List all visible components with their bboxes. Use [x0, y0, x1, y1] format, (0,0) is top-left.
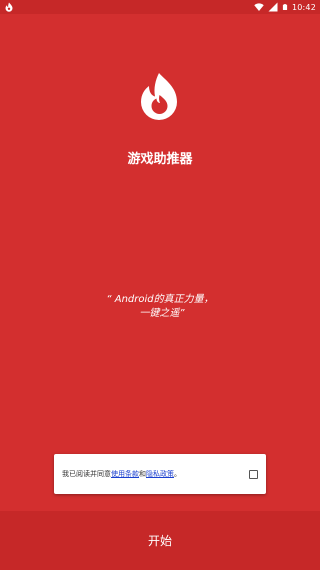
flame-icon [5, 2, 13, 12]
consent-card: 我已阅读并同意使用条款和隐私政策。 [54, 454, 266, 494]
battery-icon [282, 4, 288, 10]
terms-link[interactable]: 使用条款 [111, 470, 139, 478]
status-left [4, 2, 14, 12]
privacy-link[interactable]: 隐私政策 [146, 470, 174, 478]
slogan: “ Android的真正力量， 一键之遥” [0, 293, 320, 321]
consent-connector: 和 [139, 470, 146, 478]
status-time: 10:42 [291, 2, 316, 12]
slogan-line-1: “ Android的真正力量， [106, 294, 214, 305]
app-title: 游戏助推器 [127, 152, 193, 167]
consent-checkbox[interactable] [249, 469, 258, 479]
consent-suffix: 。 [174, 470, 181, 478]
slogan-line-2: 一键之遥” [139, 308, 185, 319]
status-right: 10:42 [254, 2, 316, 12]
start-button-label: 开始 [147, 534, 172, 548]
consent-text: 我已阅读并同意使用条款和隐私政策。 [62, 469, 249, 479]
wifi-icon [254, 3, 264, 12]
start-button[interactable]: 开始 [0, 511, 320, 570]
flame-logo-icon [141, 73, 177, 120]
consent-prefix: 我已阅读并同意 [62, 470, 111, 478]
status-bar: 10:42 [0, 0, 320, 14]
signal-icon [268, 2, 278, 12]
